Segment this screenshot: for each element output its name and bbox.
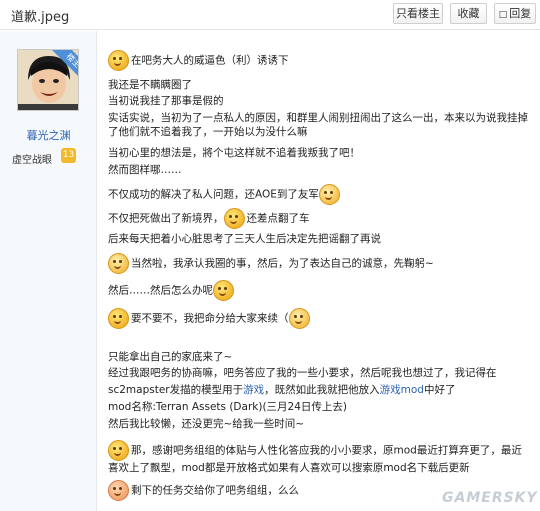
- smiley-emoticon: [213, 280, 234, 301]
- post-line: 不仅成功的解决了私人问题，还AOE到了友军: [108, 184, 342, 205]
- post-text: 那，感谢吧务组组的体贴与人性化答应我的小小要求，原mod最近打算弃更了，最近喜欢…: [108, 444, 522, 475]
- reply-label: 回复: [509, 7, 532, 20]
- smiley-emoticon: [108, 440, 129, 461]
- reply-button[interactable]: □ 回复: [494, 3, 536, 24]
- post-line: 我还是不瞒瞒圈了: [108, 79, 192, 91]
- post-line: 当初说我挂了那事是假的: [108, 95, 224, 107]
- crying-emoticon: [318, 184, 340, 205]
- watermark: GAMERSKY: [442, 490, 538, 506]
- post-line: mod名称:Terran Assets (Dark)(三月24日传上去): [108, 401, 347, 413]
- post-line: sc2mapster发描的模型用于游戏，既然如此我就把他放入游戏mod中好了: [108, 383, 455, 397]
- post-text: 当然啦，我承认我圈的事，然后，为了表达自己的诚意，先鞠躬~: [131, 257, 434, 270]
- smiley-emoticon: [108, 50, 129, 71]
- post-line: 不仅把死做出了新境界， 还差点翻了车: [108, 208, 310, 229]
- level-badge: 13: [61, 148, 76, 163]
- username-link[interactable]: 暮光之渊: [0, 127, 97, 143]
- post-line: 经过我跟吧务的协商嘛，吧务答应了我的一些小要求，然后呢我也想过了，我记得在: [108, 367, 497, 379]
- post-text: 要不要不，我把命分给大家来续（: [131, 312, 289, 325]
- post-line: 后来每天把着小心脏思考了三天人生后决定先把谣翻了再说: [108, 233, 381, 245]
- crying-emoticon: [288, 308, 310, 329]
- post-text: 在吧务大人的威逼色（利）诱诱下: [131, 54, 289, 67]
- only-author-button[interactable]: 只看楼主: [393, 3, 443, 24]
- favorite-button[interactable]: 收藏: [450, 3, 487, 24]
- post-text: 剩下的任务交给你了吧务组组，么么: [131, 484, 299, 497]
- post-text: 然后……然后怎么办呢: [108, 284, 213, 297]
- smiley-emoticon: [223, 208, 245, 229]
- post-text: 还差点翻了车: [246, 212, 310, 225]
- owner-corner-badge: 楼主: [42, 50, 78, 86]
- post-line: 然而图样哪……: [108, 164, 182, 176]
- owner-badge-text: 楼主: [50, 50, 78, 84]
- crying-emoticon: [108, 253, 129, 274]
- post-line: 要不要不，我把命分给大家来续（: [108, 308, 312, 329]
- post-text: 不仅把死做出了新境界，: [108, 212, 224, 225]
- avatar[interactable]: 楼主: [17, 49, 79, 111]
- author-panel: 楼主 暮光之渊 虚空战眼 13: [0, 31, 97, 511]
- post-line: 然后我比较懒，还没更完~给我一些时间~: [108, 418, 305, 430]
- game-mod-link[interactable]: 游戏mod: [380, 384, 424, 396]
- post-line: 在吧务大人的威逼色（利）诱诱下: [108, 50, 289, 71]
- post-text: 不仅成功的解决了私人问题，还AOE到了友军: [108, 188, 319, 201]
- post-title: 道歉.jpeg: [11, 10, 70, 25]
- post-line: 然后……然后怎么办呢: [108, 280, 236, 301]
- top-bar: 道歉.jpeg 只看楼主 收藏 □ 回复: [0, 0, 540, 30]
- post-line: 那，感谢吧务组组的体贴与人性化答应我的小小要求，原mod最近打算弃更了，最近喜欢…: [108, 440, 528, 475]
- post-text: sc2mapster发描的模型用于: [108, 384, 244, 396]
- post-line: 实话实说，当初为了一点私人的原因，和群里人闹别扭闹出了这么一出，本来以为说我挂掉…: [108, 112, 528, 138]
- post-text: 中好了: [423, 384, 456, 396]
- game-link[interactable]: 游戏: [243, 384, 264, 396]
- post-line: 剩下的任务交给你了吧务组组，么么: [108, 480, 299, 501]
- user-rank: 虚空战眼: [12, 155, 52, 166]
- post-text: ，既然如此我就把他放入: [264, 384, 380, 396]
- smiley-emoticon: [108, 308, 129, 329]
- reply-icon: □: [498, 10, 508, 20]
- post-line: 只能拿出自己的家底来了~: [108, 351, 233, 363]
- crying-emoticon: [108, 480, 129, 501]
- post-line: 当初心里的想法是，將个屯这样就不追着我叛我了吧！: [108, 147, 360, 159]
- post-line: 当然啦，我承认我圈的事，然后，为了表达自己的诚意，先鞠躬~: [108, 253, 434, 274]
